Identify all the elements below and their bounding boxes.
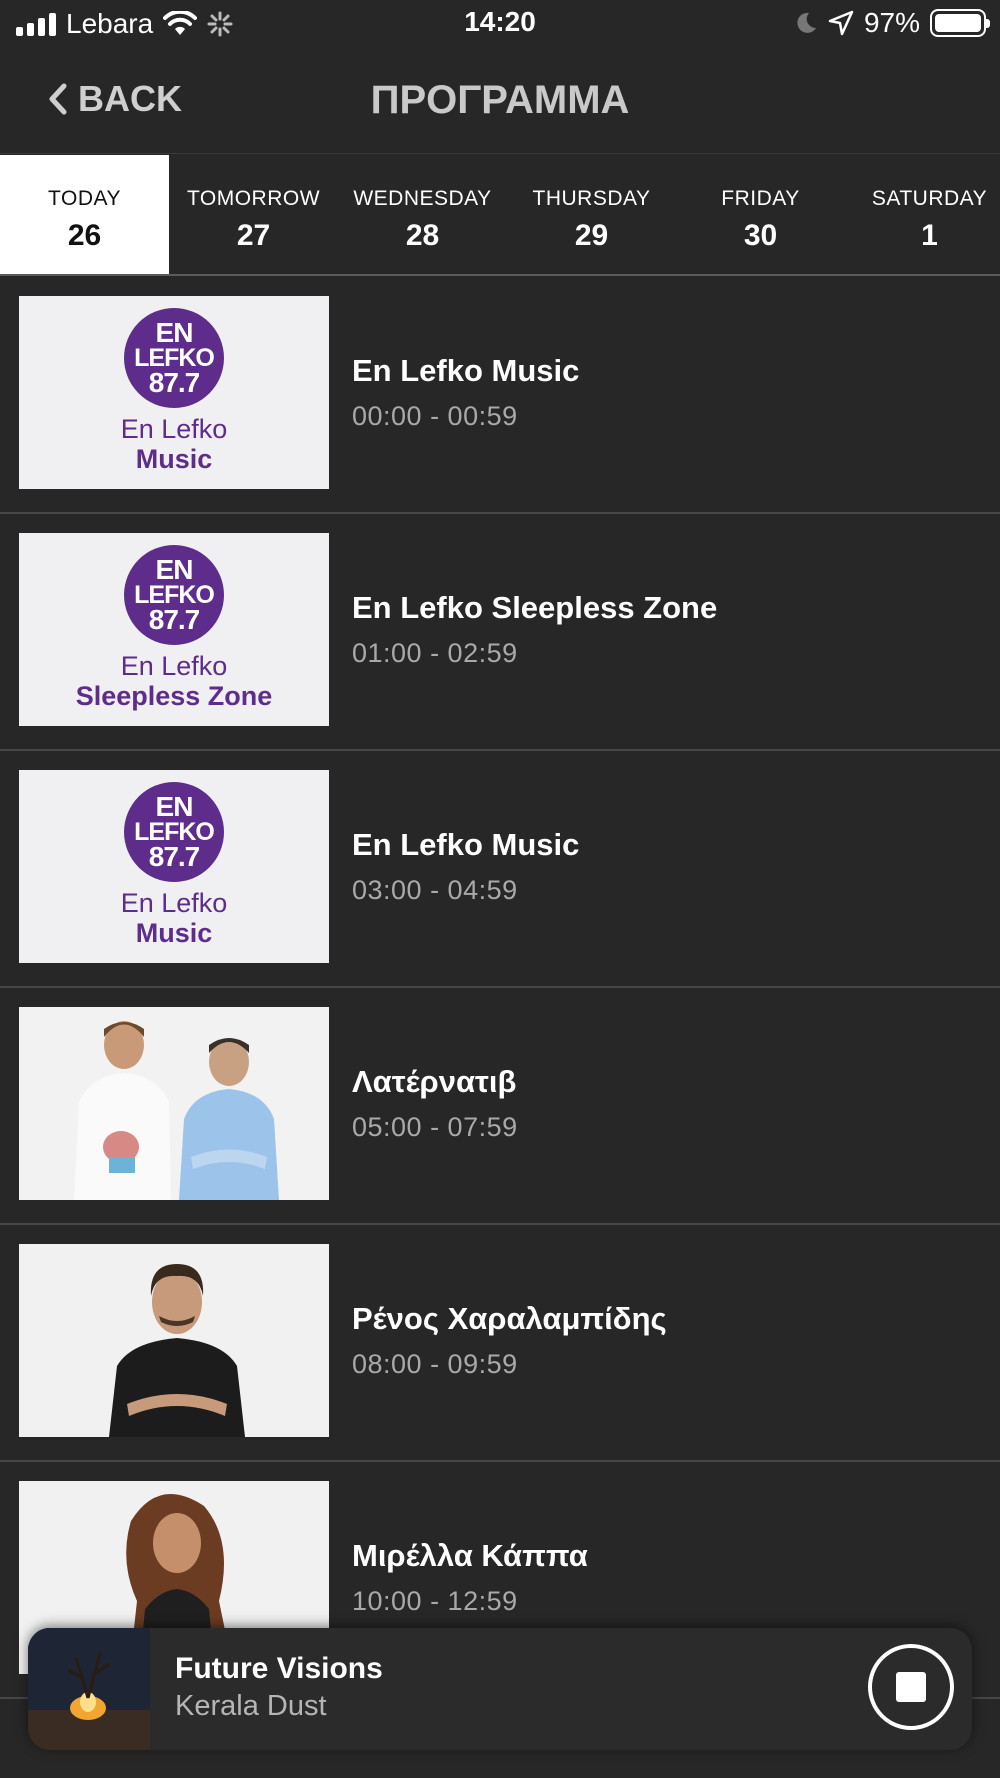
thumb-caption: En Lefko — [120, 888, 228, 918]
tab-day-number: 26 — [67, 219, 102, 252]
tab-day-name: SATURDAY — [871, 187, 988, 210]
program-thumbnail: EN LEFKO 87.7 En Lefko Music — [19, 296, 329, 489]
logo-circle: EN LEFKO 87.7 — [124, 545, 224, 645]
now-playing-bar[interactable]: Future Visions Kerala Dust — [28, 1628, 972, 1750]
tab-day-name: TOMORROW — [186, 187, 321, 210]
program-title: En Lefko Sleepless Zone — [352, 590, 718, 625]
battery-percent: 97% — [863, 7, 920, 38]
program-title: Λατέρνατιβ — [352, 1064, 517, 1099]
program-row[interactable]: Λατέρνατιβ 05:00 - 07:59 — [0, 988, 1000, 1225]
program-title: En Lefko Music — [352, 353, 580, 388]
program-row[interactable]: EN LEFKO 87.7 En Lefko Music En Lefko Mu… — [0, 751, 1000, 988]
program-row[interactable]: EN LEFKO 87.7 En Lefko Music En Lefko Mu… — [0, 277, 1000, 514]
program-time: 03:00 - 04:59 — [352, 875, 518, 905]
tab-day-name: FRIDAY — [721, 187, 800, 210]
stop-icon — [896, 1672, 926, 1702]
nav-bar: BACK ΠΡΟΓΡΑΜΜΑ — [0, 52, 1000, 154]
tab-day-name: WEDNESDAY — [353, 187, 492, 210]
now-playing-artist: Kerala Dust — [175, 1690, 327, 1722]
program-list: EN LEFKO 87.7 En Lefko Music En Lefko Mu… — [0, 277, 1000, 1699]
page-title: ΠΡΟΓΡΑΜΜΑ — [370, 78, 630, 122]
host-photo — [19, 1244, 329, 1437]
tab-day-number: 28 — [405, 219, 440, 252]
tab-day-number: 1 — [921, 219, 938, 252]
program-time: 10:00 - 12:59 — [352, 1586, 518, 1616]
logo-text: EN — [155, 791, 194, 822]
tab-day-number: 29 — [574, 219, 609, 252]
program-title: Μιρέλλα Κάππα — [352, 1538, 588, 1573]
tab-day-name: TODAY — [48, 187, 121, 210]
thumb-caption: En Lefko — [120, 651, 228, 681]
status-bar: Lebara 14:20 97% — [0, 0, 1000, 52]
thumb-caption-bold: Music — [135, 918, 213, 948]
tab-day-number: 27 — [236, 219, 271, 252]
album-art — [28, 1628, 150, 1750]
logo-circle: EN LEFKO 87.7 — [124, 782, 224, 882]
en-lefko-logo: EN LEFKO 87.7 En Lefko Music — [19, 296, 329, 489]
program-time: 00:00 - 00:59 — [352, 401, 518, 431]
status-right: 97% — [794, 7, 990, 39]
logo-text: EN — [155, 317, 194, 348]
program-time: 05:00 - 07:59 — [352, 1112, 518, 1142]
tab-friday[interactable]: FRIDAY 30 — [676, 155, 845, 274]
logo-text: 87.7 — [148, 367, 201, 398]
stop-button[interactable] — [868, 1644, 954, 1730]
thumb-caption: En Lefko — [120, 414, 228, 444]
program-thumbnail — [19, 1007, 329, 1200]
program-thumbnail: EN LEFKO 87.7 En Lefko Sleepless Zone — [19, 533, 329, 726]
tab-tomorrow[interactable]: TOMORROW 27 — [169, 155, 338, 274]
en-lefko-logo: EN LEFKO 87.7 En Lefko Sleepless Zone — [19, 533, 329, 726]
tab-saturday[interactable]: SATURDAY 1 — [845, 155, 1000, 274]
en-lefko-logo: EN LEFKO 87.7 En Lefko Music — [19, 770, 329, 963]
tab-thursday[interactable]: THURSDAY 29 — [507, 155, 676, 274]
tab-day-number: 30 — [743, 219, 778, 252]
day-tabs: TODAY 26 TOMORROW 27 WEDNESDAY 28 THURSD… — [0, 155, 1000, 276]
logo-text: EN — [155, 554, 194, 585]
program-thumbnail: EN LEFKO 87.7 En Lefko Music — [19, 770, 329, 963]
program-row[interactable]: EN LEFKO 87.7 En Lefko Sleepless Zone En… — [0, 514, 1000, 751]
location-arrow-icon — [828, 10, 854, 36]
logo-text: 87.7 — [148, 604, 201, 635]
now-playing-title: Future Visions — [175, 1652, 383, 1685]
tab-wednesday[interactable]: WEDNESDAY 28 — [338, 155, 507, 274]
thumb-caption-bold: Music — [135, 444, 213, 474]
battery-icon — [930, 9, 990, 37]
moon-icon — [797, 12, 816, 33]
tab-day-name: THURSDAY — [532, 187, 651, 210]
program-row[interactable]: Ρένος Χαραλαμπίδης 08:00 - 09:59 — [0, 1225, 1000, 1462]
tab-today[interactable]: TODAY 26 — [0, 155, 169, 274]
program-title: En Lefko Music — [352, 827, 580, 862]
thumb-caption-bold: Sleepless Zone — [75, 681, 273, 711]
program-time: 08:00 - 09:59 — [352, 1349, 518, 1379]
program-thumbnail — [19, 1244, 329, 1437]
program-title: Ρένος Χαραλαμπίδης — [352, 1301, 667, 1336]
hosts-photo — [19, 1007, 329, 1200]
logo-text: 87.7 — [148, 841, 201, 872]
logo-circle: EN LEFKO 87.7 — [124, 308, 224, 408]
program-time: 01:00 - 02:59 — [352, 638, 518, 668]
